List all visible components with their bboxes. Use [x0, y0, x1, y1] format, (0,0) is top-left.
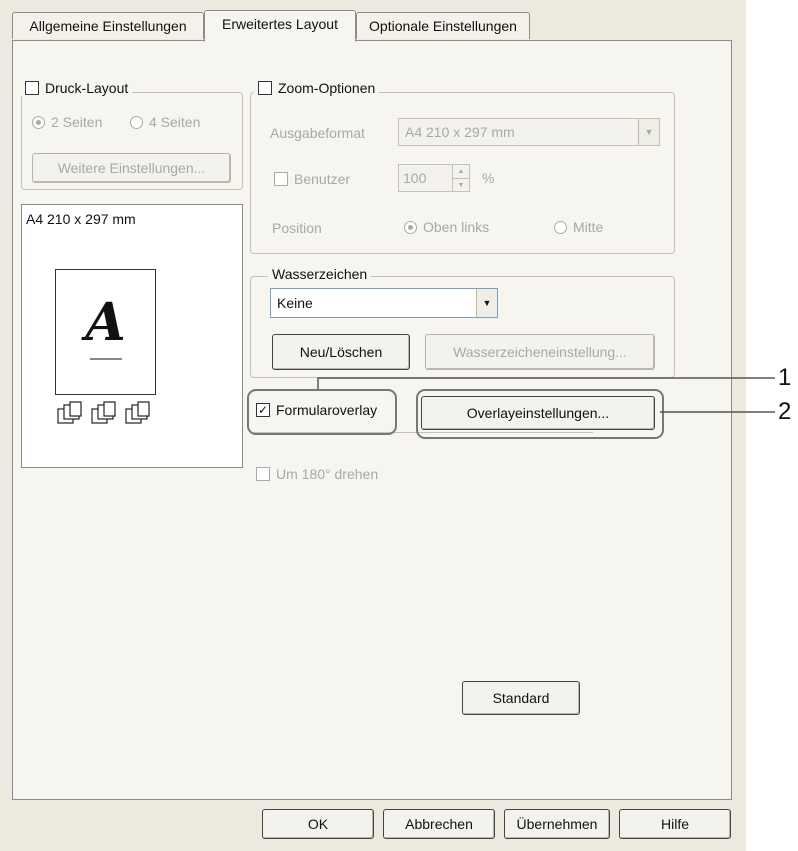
tab-extended-layout[interactable]: Erweitertes Layout [204, 10, 356, 42]
callout-number-1: 1 [778, 364, 792, 391]
callout-number-2: 2 [778, 398, 792, 425]
callout-lines [317, 377, 775, 413]
